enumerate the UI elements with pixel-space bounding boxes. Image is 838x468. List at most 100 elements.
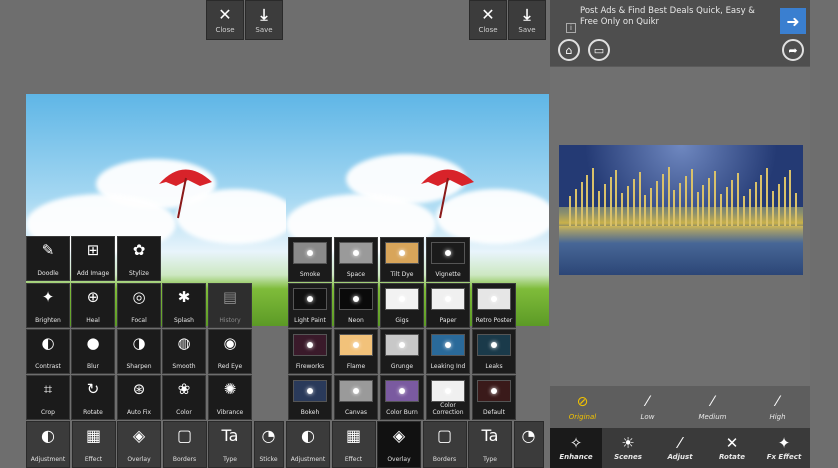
tool-rotate-button[interactable]: ↻ Rotate bbox=[71, 375, 115, 420]
option-label: Low bbox=[640, 412, 655, 421]
bottom-effect-tab[interactable]: ▦ Effect bbox=[331, 421, 376, 468]
effect-thumbnail bbox=[477, 288, 511, 310]
tab-rotate[interactable]: ✕ Rotate bbox=[706, 428, 758, 468]
bottom-borders-tab[interactable]: ▢ Borders bbox=[422, 421, 467, 468]
type-icon: Ta bbox=[481, 426, 499, 445]
effect-label: Bokeh bbox=[300, 409, 320, 416]
effect-leaking-ind-button[interactable]: Leaking Ind bbox=[426, 329, 470, 374]
tool-stylize-button[interactable]: ✿ Stylize bbox=[117, 236, 161, 281]
home-icon[interactable]: ⌂ bbox=[558, 39, 580, 61]
effect-light-paint-button[interactable]: Light Paint bbox=[288, 283, 332, 328]
bottom-borders-tab[interactable]: ▢ Borders bbox=[162, 421, 207, 468]
tool-focal-button[interactable]: ◎ Focal bbox=[117, 283, 161, 328]
p1-save-button[interactable]: ⤓ Save bbox=[245, 0, 283, 40]
bottom-effect-tab[interactable]: ▦ Effect bbox=[71, 421, 116, 468]
p3-header: Post Ads & Find Best Deals Quick, Easy &… bbox=[550, 0, 810, 66]
enhance-low-option[interactable]: ⁄ Low bbox=[615, 386, 680, 428]
bottom-overlay-tab[interactable]: ◈ Overlay bbox=[377, 421, 421, 468]
tool-vibrance-button[interactable]: ✺ Vibrance bbox=[208, 375, 252, 420]
tool-heal-button[interactable]: ⊕ Heal bbox=[71, 283, 115, 328]
bottom-sticke-tab[interactable]: ◔ Sticke bbox=[253, 421, 284, 468]
effect-thumbnail bbox=[431, 380, 465, 402]
effect-color-correction-button[interactable]: Color Correction bbox=[426, 375, 470, 420]
effect-paper-button[interactable]: Paper bbox=[426, 283, 470, 328]
tool-color-button[interactable]: ❀ Color bbox=[162, 375, 206, 420]
effect-thumbnail bbox=[293, 334, 327, 356]
share-icon[interactable]: ➦ bbox=[782, 39, 804, 61]
tab-adjust[interactable]: ⁄ Adjust bbox=[654, 428, 706, 468]
effect-label: Retro Poster bbox=[475, 317, 513, 324]
tool-auto-fix-button[interactable]: ⊛ Auto Fix bbox=[117, 375, 161, 420]
sharpen-icon: ◑ bbox=[132, 334, 146, 352]
tool-label: Add Image bbox=[76, 270, 110, 277]
tool-brighten-button[interactable]: ✦ Brighten bbox=[26, 283, 70, 328]
high-wand-icon: ⁄ bbox=[776, 393, 779, 410]
effect-fireworks-button[interactable]: Fireworks bbox=[288, 329, 332, 374]
ad-info-icon[interactable]: i bbox=[566, 23, 576, 33]
effect-grunge-button[interactable]: Grunge bbox=[380, 329, 424, 374]
effect-leaks-button[interactable]: Leaks bbox=[472, 329, 516, 374]
tool-splash-button[interactable]: ✱ Splash bbox=[162, 283, 206, 328]
tool-blur-button[interactable]: ● Blur bbox=[71, 329, 115, 374]
p3-forest-photo bbox=[559, 145, 803, 275]
splash-icon: ✱ bbox=[177, 288, 191, 306]
tab-fx-effect[interactable]: ✦ Fx Effect bbox=[758, 428, 810, 468]
effect-canvas-button[interactable]: Canvas bbox=[334, 375, 378, 420]
effect-vignette-button[interactable]: Vignette bbox=[426, 237, 470, 282]
bottom-tab-label: Borders bbox=[432, 456, 457, 463]
enhance-medium-option[interactable]: ⁄ Medium bbox=[680, 386, 745, 428]
ad-banner[interactable]: Post Ads & Find Best Deals Quick, Easy &… bbox=[564, 4, 806, 34]
p2-close-button[interactable]: ✕ Close bbox=[469, 0, 507, 40]
effect-default-button[interactable]: Default bbox=[472, 375, 516, 420]
p1-close-button[interactable]: ✕ Close bbox=[206, 0, 244, 40]
red-eye-icon: ◉ bbox=[223, 334, 237, 352]
ad-arrow-button[interactable]: ➜ bbox=[780, 8, 806, 34]
folder-icon[interactable]: ▭ bbox=[588, 39, 610, 61]
effect-gigs-button[interactable]: Gigs bbox=[380, 283, 424, 328]
p2-save-button[interactable]: ⤓ Save bbox=[508, 0, 546, 40]
effect-label: Fireworks bbox=[295, 363, 325, 370]
effect-neon-button[interactable]: Neon bbox=[334, 283, 378, 328]
effect-thumbnail bbox=[385, 242, 419, 264]
effect-thumbnail bbox=[477, 334, 511, 356]
tool-label: Heal bbox=[86, 317, 100, 324]
effect-thumbnail bbox=[431, 334, 465, 356]
bottom-type-tab[interactable]: Ta Type bbox=[468, 421, 512, 468]
bottom-adjustment-tab[interactable]: ◐ Adjustment bbox=[286, 421, 330, 468]
bottom-overlay-tab[interactable]: ◈ Overlay bbox=[117, 421, 161, 468]
effect-smoke-button[interactable]: Smoke bbox=[288, 237, 332, 282]
umbrella-image bbox=[421, 169, 474, 219]
tab-scenes[interactable]: ☀ Scenes bbox=[602, 428, 654, 468]
enhance-high-option[interactable]: ⁄ High bbox=[745, 386, 810, 428]
tool-history-button[interactable]: ▤ History bbox=[208, 283, 252, 328]
tool-crop-button[interactable]: ⌗ Crop bbox=[26, 375, 70, 420]
brighten-icon: ✦ bbox=[41, 288, 55, 306]
ad-text: Post Ads & Find Best Deals Quick, Easy &… bbox=[580, 6, 755, 27]
effect-tilt-dye-button[interactable]: Tilt Dye bbox=[380, 237, 424, 282]
effect-icon: ▦ bbox=[85, 426, 102, 445]
bottom-sticker-tab[interactable]: ◔ bbox=[513, 421, 544, 468]
tool-doodle-button[interactable]: ✎ Doodle bbox=[26, 236, 70, 281]
tool-smooth-button[interactable]: ◍ Smooth bbox=[162, 329, 206, 374]
effect-space-button[interactable]: Space bbox=[334, 237, 378, 282]
effect-bokeh-button[interactable]: Bokeh bbox=[288, 375, 332, 420]
p1-toolbar: ✕ Close ⤓ Save bbox=[206, 0, 283, 40]
tool-red-eye-button[interactable]: ◉ Red Eye bbox=[208, 329, 252, 374]
tab-label: Fx Effect bbox=[766, 453, 802, 461]
tool-label: Brighten bbox=[35, 317, 61, 324]
tab-enhance[interactable]: ✧ Enhance bbox=[550, 428, 602, 468]
tool-sharpen-button[interactable]: ◑ Sharpen bbox=[117, 329, 161, 374]
bottom-adjustment-tab[interactable]: ◐ Adjustment bbox=[26, 421, 70, 468]
tab-label: Adjust bbox=[667, 453, 693, 461]
tool-label: Crop bbox=[40, 409, 55, 416]
effect-retro-poster-button[interactable]: Retro Poster bbox=[472, 283, 516, 328]
tool-add-image-button[interactable]: ⊞ Add Image bbox=[71, 236, 115, 281]
effect-flame-button[interactable]: Flame bbox=[334, 329, 378, 374]
tool-contrast-button[interactable]: ◐ Contrast bbox=[26, 329, 70, 374]
effect-color-burn-button[interactable]: Color Burn bbox=[380, 375, 424, 420]
screenshot-collage: ✕ Close ⤓ Save ✎ Doodle ⊞ Add Image ✿ Stylize… bbox=[0, 0, 838, 468]
save-icon: ⤓ bbox=[260, 4, 268, 24]
bottom-type-tab[interactable]: Ta Type bbox=[208, 421, 252, 468]
enhance-original-option[interactable]: ⊘ Original bbox=[550, 386, 615, 428]
header-divider bbox=[550, 66, 810, 67]
